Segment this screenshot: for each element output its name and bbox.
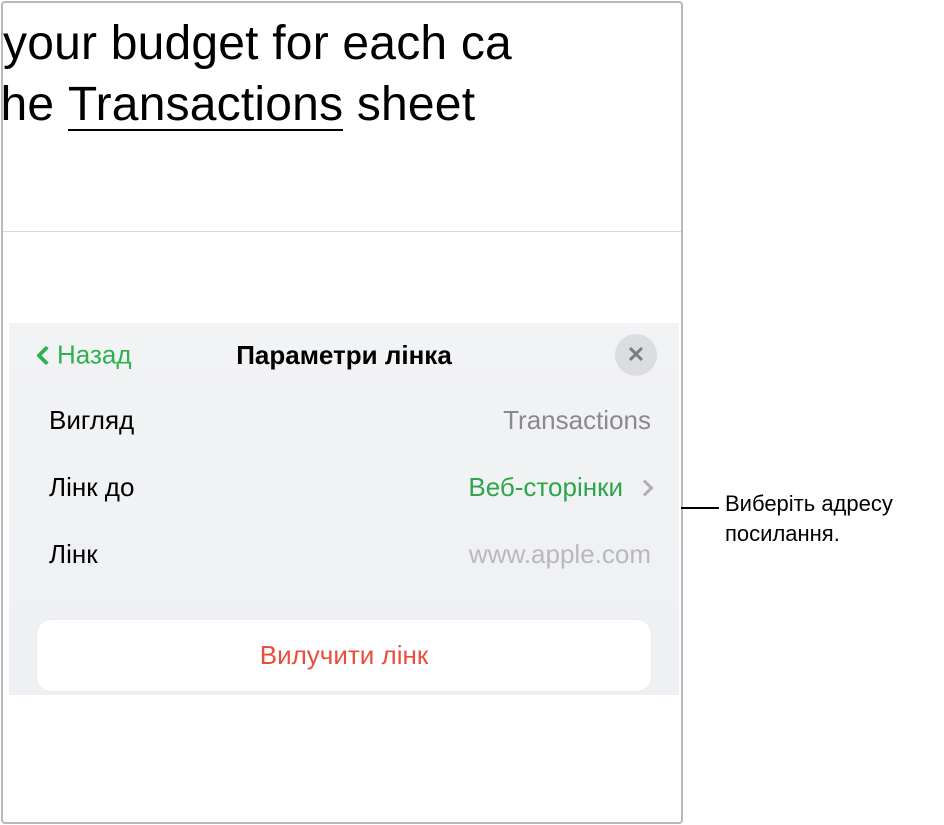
- popover-header: Назад Параметри лінка ✕: [9, 323, 679, 387]
- remove-link-container: Вилучити лінк: [9, 588, 679, 695]
- doc-text-fragment: your budget for each ca: [3, 17, 512, 70]
- document-canvas: your budget for each ca the Transactions…: [1, 1, 683, 824]
- callout-leader-line: [681, 507, 719, 509]
- linkto-row[interactable]: Лінк до Веб-сторінки: [9, 454, 679, 521]
- settings-rows: Вигляд Transactions Лінк до Веб-сторінки…: [9, 387, 679, 588]
- linkto-label: Лінк до: [49, 472, 134, 503]
- doc-text-fragment: sheet: [343, 78, 475, 131]
- callout-annotation: Виберіть адресу посилання.: [725, 489, 893, 548]
- chevron-right-icon: [637, 479, 654, 496]
- display-value: Transactions: [503, 405, 651, 436]
- document-body-text: your budget for each ca the Transactions…: [3, 3, 681, 136]
- popover-title: Параметри лінка: [236, 340, 452, 371]
- link-settings-popover: Назад Параметри лінка ✕ Вигляд Transacti…: [9, 323, 679, 695]
- callout-line1: Виберіть адресу: [725, 491, 893, 516]
- back-button-label: Назад: [57, 340, 132, 371]
- remove-link-button[interactable]: Вилучити лінк: [37, 620, 651, 691]
- linkto-value: Веб-сторінки: [468, 472, 623, 503]
- callout-line2: посилання.: [725, 521, 840, 546]
- display-label: Вигляд: [49, 405, 134, 436]
- doc-text-fragment: the: [1, 78, 68, 131]
- link-placeholder: www.apple.com: [469, 539, 651, 570]
- display-row[interactable]: Вигляд Transactions: [9, 387, 679, 454]
- back-button[interactable]: Назад: [39, 340, 132, 371]
- close-icon: ✕: [627, 344, 645, 366]
- close-button[interactable]: ✕: [615, 334, 657, 376]
- remove-link-label: Вилучити лінк: [260, 640, 428, 670]
- selected-link-text[interactable]: Transactions: [68, 81, 343, 131]
- horizontal-divider: [3, 231, 681, 232]
- chevron-left-icon: [36, 345, 56, 365]
- link-label: Лінк: [49, 539, 98, 570]
- link-row[interactable]: Лінк www.apple.com: [9, 521, 679, 588]
